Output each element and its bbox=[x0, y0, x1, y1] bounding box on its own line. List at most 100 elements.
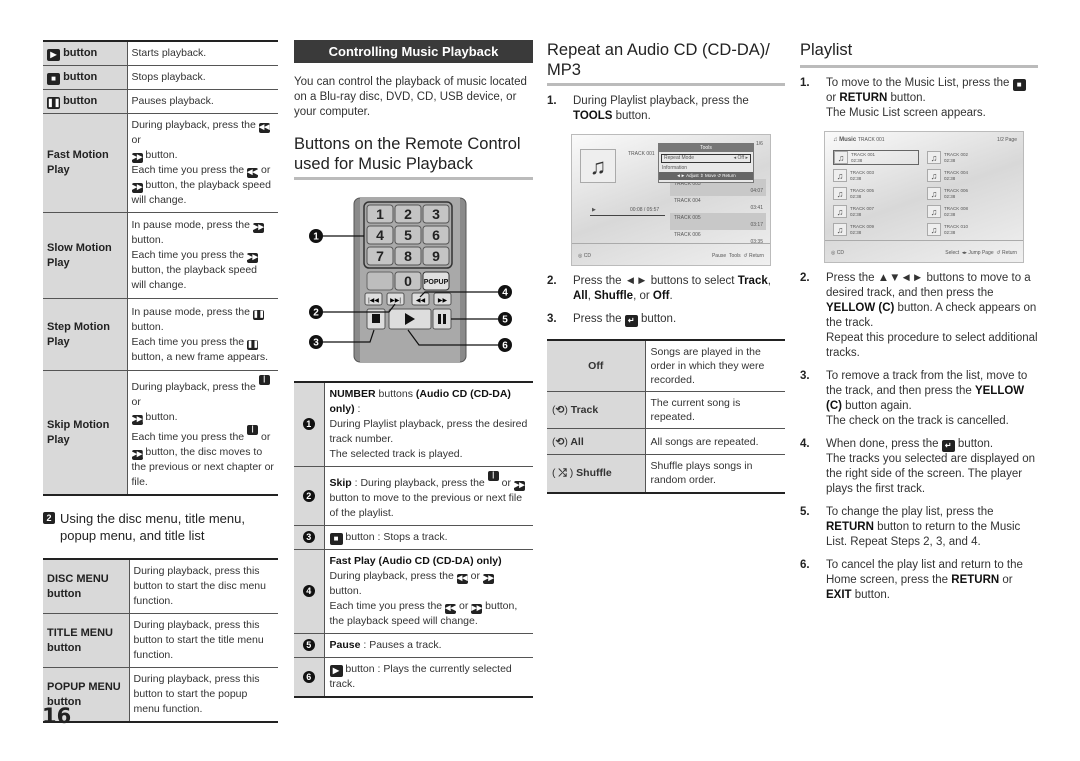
music-track-item[interactable]: ♫ TRACK 010 02:38 bbox=[927, 222, 1013, 237]
column-2: Controlling Music Playback You can contr… bbox=[294, 40, 533, 698]
stop-icon: ■ bbox=[329, 533, 343, 545]
information-option[interactable]: Information bbox=[659, 165, 753, 172]
progress-bar bbox=[590, 215, 665, 216]
table-row: 5 Pause : Pauses a track. bbox=[294, 633, 533, 658]
number-key-label: 5 bbox=[404, 227, 412, 243]
music-track-item[interactable]: ♫ TRACK 005 02:38 bbox=[833, 186, 919, 201]
track-item[interactable]: TRACK 004 03:41 bbox=[670, 196, 766, 213]
fast-forward-icon: ▶▶ bbox=[131, 153, 143, 163]
step: 1. During Playlist playback, press the TO… bbox=[547, 95, 749, 122]
callout-label: 4 bbox=[502, 288, 508, 299]
table-row: Step Motion Play In pause mode, press th… bbox=[43, 298, 278, 371]
rewind-icon: ◀◀ bbox=[247, 168, 259, 178]
column-1: ▶ button Starts playback. ■ button Stops… bbox=[43, 40, 278, 723]
page-number: 16 bbox=[42, 704, 72, 728]
playlist-steps: 1. To move to the Music List, press the ■… bbox=[800, 76, 1038, 121]
section-heading: Playlist bbox=[800, 40, 1038, 68]
svg-text:|◀◀: |◀◀ bbox=[368, 298, 379, 304]
rewind-icon: ◀◀ bbox=[456, 574, 468, 584]
callout-label: 3 bbox=[313, 338, 319, 349]
remote-buttons-table: 1 NUMBER buttons (Audio CD (CD-DA) only)… bbox=[294, 381, 533, 698]
enter-icon: ↵ bbox=[624, 315, 638, 327]
music-note-icon: ♫ bbox=[927, 151, 941, 164]
track-item[interactable]: TRACK 005 03:17 bbox=[670, 213, 766, 230]
music-track-item[interactable]: ♫ TRACK 003 02:38 bbox=[833, 168, 919, 183]
music-track-item[interactable]: ♫ TRACK 007 02:38 bbox=[833, 204, 919, 219]
step: 3. Press the ↵ button. bbox=[547, 313, 677, 327]
step: 4. When done, press the ↵ button. The trac… bbox=[800, 438, 1036, 495]
step: 3. To remove a track from the list, move … bbox=[800, 370, 1028, 427]
step: 6. To cancel the play list and return to … bbox=[800, 559, 1023, 601]
table-row: (⟲) All All songs are repeated. bbox=[547, 428, 785, 455]
shuffle-icon: ⤮ bbox=[558, 467, 567, 480]
screen-footer: ◎ CD Pause Tools ↺ Return bbox=[572, 243, 770, 265]
rewind-icon: ◀◀ bbox=[258, 123, 270, 133]
table-row: 1 NUMBER buttons (Audio CD (CD-DA) only)… bbox=[294, 382, 533, 467]
callout-number: 4 bbox=[302, 585, 315, 597]
pause-icon: ❚❚ bbox=[252, 309, 265, 320]
play-icon: ▶ bbox=[329, 665, 343, 677]
table-row: ▶ button Starts playback. bbox=[43, 41, 278, 66]
music-note-icon: ♫ bbox=[833, 205, 847, 218]
section-number-badge: 2 bbox=[43, 512, 55, 524]
section-heading-menus: 2 Using the disc menu, title menu, popup… bbox=[43, 510, 278, 544]
music-track-item[interactable]: ♫ TRACK 002 02:38 bbox=[927, 150, 1013, 165]
table-row: 2 Skip : During playback, press the |◀◀ … bbox=[294, 466, 533, 526]
playback-buttons-table: ▶ button Starts playback. ■ button Stops… bbox=[43, 40, 278, 496]
intro-text: You can control the playback of music lo… bbox=[294, 76, 527, 118]
remote-illustration: 1 2 34 5 67 8 90 POPUP |◀◀ ▶▶| ◀◀ ▶▶ 123… bbox=[309, 197, 512, 363]
music-track-item[interactable]: ♫ TRACK 006 02:38 bbox=[927, 186, 1013, 201]
play-icon: ▶ bbox=[47, 49, 60, 61]
remote-control-diagram: 1234567890 POPUP |◀◀ ▶▶| ◀◀ ▶▶ 12 3 4 5 … bbox=[294, 194, 533, 369]
callout-label: 6 bbox=[502, 341, 508, 352]
table-row: TITLE MENU button During playback, press… bbox=[43, 613, 278, 668]
column-3: Repeat an Audio CD (CD-DA)/ MP3 1. During… bbox=[547, 40, 785, 494]
step: 2. Press the ◄► buttons to select Track, … bbox=[547, 275, 771, 302]
table-row: 3 ■ button : Stops a track. bbox=[294, 525, 533, 550]
track-list: TRACK 003 04:07 TRACK 004 03:41 TRACK 005 0… bbox=[670, 179, 766, 247]
repeat-mode-option[interactable]: Repeat Mode ◂ Off ▸ bbox=[661, 154, 751, 163]
table-row: ( ⤮ ) Shuffle Shuffle plays songs in ran… bbox=[547, 454, 785, 493]
skip-next-icon: ▶▶| bbox=[131, 415, 145, 425]
step: 1. To move to the Music List, press the ■… bbox=[800, 76, 1038, 121]
table-row: Skip Motion Play During playback, press … bbox=[43, 370, 278, 496]
number-key-label: 0 bbox=[404, 273, 412, 289]
music-note-icon: ♫ bbox=[833, 187, 847, 200]
number-key-label: 7 bbox=[376, 248, 384, 264]
music-icon: ♫ bbox=[833, 137, 838, 143]
number-key-label: 3 bbox=[432, 206, 440, 222]
callout-number: 6 bbox=[302, 670, 315, 683]
music-track-item[interactable]: ♫ TRACK 001 02:38 bbox=[833, 150, 919, 165]
music-note-icon: ♫ bbox=[834, 151, 848, 164]
callout-number: 3 bbox=[302, 531, 315, 543]
callout-number: 1 bbox=[302, 418, 315, 430]
tools-popup: Tools Repeat Mode ◂ Off ▸ Information ◄► … bbox=[658, 143, 754, 183]
table-row: ❚❚ button Pauses playback. bbox=[43, 89, 278, 114]
music-note-icon: ♫ bbox=[927, 169, 941, 182]
table-row: 4 Fast Play (Audio CD (CD-DA) only) Durin… bbox=[294, 549, 533, 634]
skip-next-icon: ▶▶| bbox=[131, 450, 145, 460]
pause-icon: ❚❚ bbox=[47, 97, 61, 109]
music-track-item[interactable]: ♫ TRACK 008 02:38 bbox=[927, 204, 1013, 219]
column-4: Playlist 1. To move to the Music List, pr… bbox=[800, 40, 1038, 603]
music-note-icon: ♫ bbox=[833, 169, 847, 182]
music-note-icon: ♫ bbox=[927, 187, 941, 200]
repeat-mode-table: Off Songs are played in the order in whi… bbox=[547, 339, 785, 494]
stop-icon: ■ bbox=[1012, 79, 1026, 91]
svg-text:▶▶: ▶▶ bbox=[438, 298, 448, 304]
table-row: POPUP MENU button During playback, press… bbox=[43, 667, 278, 723]
music-note-icon: ♫ bbox=[927, 223, 941, 236]
table-row: Fast Motion Play During playback, press … bbox=[43, 113, 278, 213]
music-note-icon: ♫ bbox=[927, 205, 941, 218]
number-key-label: 8 bbox=[404, 248, 412, 264]
table-row: ■ button Stops playback. bbox=[43, 65, 278, 90]
play-indicator: ▶ bbox=[592, 207, 596, 213]
repeat-steps: 1. During Playlist playback, press the TO… bbox=[547, 94, 785, 124]
fast-forward-icon: ▶▶ bbox=[247, 253, 259, 263]
svg-text:◀◀: ◀◀ bbox=[416, 298, 426, 304]
music-note-icon: ♫ bbox=[833, 223, 847, 236]
table-row: Off Songs are played in the order in whi… bbox=[547, 340, 785, 392]
music-track-item[interactable]: ♫ TRACK 009 02:38 bbox=[833, 222, 919, 237]
playlist-steps-cont: 2. Press the ▲▼◄► buttons to move to a de… bbox=[800, 271, 1038, 603]
music-track-item[interactable]: ♫ TRACK 004 02:38 bbox=[927, 168, 1013, 183]
